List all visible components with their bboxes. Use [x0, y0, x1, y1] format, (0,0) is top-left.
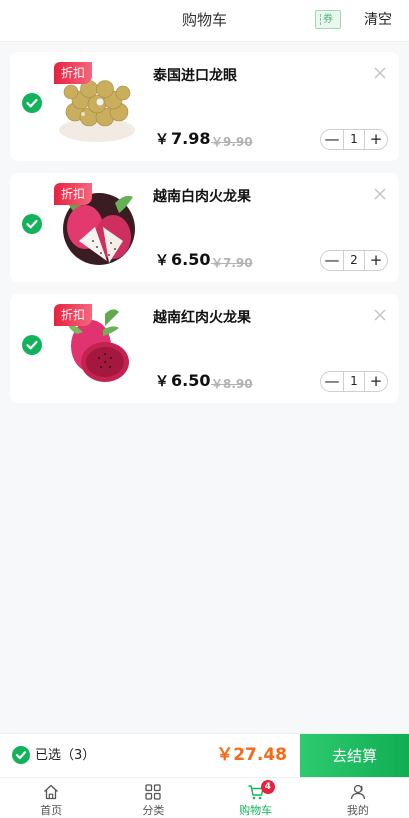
cart-item: 折扣 越南红肉火龙果 ￥ 6.50 ￥8.90 — 1 + [10, 294, 399, 403]
tab-label: 分类 [142, 804, 165, 817]
tab-profile[interactable]: 我的 [307, 778, 409, 818]
tab-category[interactable]: 分类 [102, 778, 204, 818]
decrease-button[interactable]: — [321, 130, 343, 149]
quantity-value[interactable]: 1 [343, 130, 365, 149]
tab-bar: 首页 分类 4 购物车 我的 [0, 777, 409, 818]
price-value: 6.50 [171, 371, 211, 390]
increase-button[interactable]: + [365, 372, 387, 391]
check-icon [26, 340, 38, 350]
item-name[interactable]: 泰国进口龙眼 [153, 65, 237, 85]
item-checkbox[interactable] [22, 214, 42, 234]
item-checkbox[interactable] [22, 93, 42, 113]
original-price: ￥8.90 [211, 377, 253, 391]
quantity-stepper: — 1 + [320, 371, 388, 392]
coupon-icon[interactable]: 券 [315, 10, 341, 29]
header: 购物车 券 清空 [0, 0, 409, 42]
category-icon [145, 784, 162, 800]
tab-home[interactable]: 首页 [0, 778, 102, 818]
currency-symbol: ￥ [155, 253, 169, 269]
cart-item: 折扣 越南白肉火龙果 ￥ 6.50 ￥7.90 — 2 + [10, 173, 399, 282]
check-icon [15, 751, 27, 760]
home-icon [44, 784, 59, 800]
page-title: 购物车 [181, 11, 227, 29]
discount-tag: 折扣 [54, 62, 93, 84]
total-price: ￥27.48 [216, 745, 287, 765]
decrease-button[interactable]: — [321, 251, 343, 270]
original-price: ￥7.90 [211, 256, 253, 270]
selected-count: 已选（3） [35, 748, 96, 763]
checkout-bar: 已选（3） ￥27.48 去结算 [0, 733, 409, 778]
cart-count-badge: 4 [260, 780, 275, 794]
clear-cart-button[interactable]: 清空 [364, 0, 392, 40]
item-name[interactable]: 越南白肉火龙果 [153, 186, 251, 206]
original-price: ￥9.90 [211, 135, 253, 149]
increase-button[interactable]: + [365, 130, 387, 149]
checkout-button[interactable]: 去结算 [300, 734, 409, 778]
item-checkbox[interactable] [22, 335, 42, 355]
quantity-value[interactable]: 1 [343, 372, 365, 391]
discount-tag: 折扣 [54, 183, 93, 205]
discount-tag: 折扣 [54, 304, 93, 326]
tab-label: 我的 [346, 804, 369, 817]
price-value: 6.50 [171, 250, 211, 269]
item-price: ￥ 7.98 [155, 129, 210, 149]
currency-symbol: ￥ [155, 132, 169, 148]
tab-cart[interactable]: 4 购物车 [205, 778, 307, 818]
quantity-value[interactable]: 2 [343, 251, 365, 270]
check-icon [26, 219, 38, 229]
item-price: ￥ 6.50 [155, 371, 210, 391]
tab-label: 首页 [40, 804, 63, 817]
decrease-button[interactable]: — [321, 372, 343, 391]
user-icon [350, 784, 366, 800]
currency-symbol: ￥ [155, 374, 169, 390]
select-all-checkbox[interactable] [12, 746, 30, 764]
item-name[interactable]: 越南红肉火龙果 [153, 307, 251, 327]
cart-item: 折扣 泰国进口龙眼 ￥ 7.98 ￥9.90 — 1 + [10, 52, 399, 161]
check-icon [26, 98, 38, 108]
price-value: 7.98 [171, 129, 211, 148]
quantity-stepper: — 1 + [320, 129, 388, 150]
quantity-stepper: — 2 + [320, 250, 388, 271]
tab-label: 购物车 [239, 804, 273, 817]
increase-button[interactable]: + [365, 251, 387, 270]
close-icon[interactable] [373, 187, 387, 201]
item-price: ￥ 6.50 [155, 250, 210, 270]
close-icon[interactable] [373, 308, 387, 322]
close-icon[interactable] [373, 66, 387, 80]
